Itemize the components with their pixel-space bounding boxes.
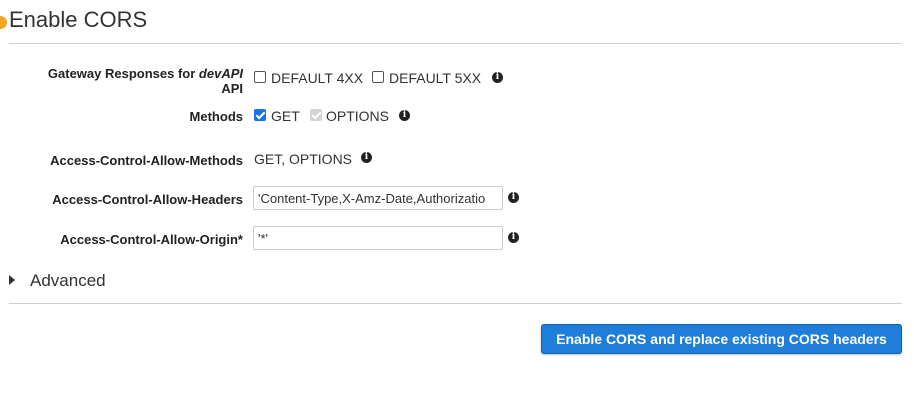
info-icon[interactable]: i [399, 110, 410, 121]
allow-headers-input[interactable] [253, 186, 503, 210]
gateway-responses-label-prefix: Gateway Responses for [47, 66, 196, 81]
advanced-toggle[interactable]: Advanced [30, 271, 106, 291]
default-5xx-label: DEFAULT 5XX [389, 70, 482, 86]
title-divider [9, 43, 902, 44]
options-label: OPTIONS [326, 108, 390, 124]
advanced-expand-caret-icon[interactable] [9, 275, 15, 285]
enable-cors-button[interactable]: Enable CORS and replace existing CORS he… [541, 324, 902, 354]
get-label: GET [271, 108, 300, 124]
methods-label: Methods [189, 109, 243, 124]
status-dot [0, 16, 7, 29]
advanced-divider [9, 303, 902, 304]
default-5xx-checkbox[interactable] [372, 71, 384, 83]
default-4xx-label: DEFAULT 4XX [271, 70, 364, 86]
allow-headers-label: Access-Control-Allow-Headers [52, 192, 243, 207]
info-icon[interactable]: i [508, 192, 519, 203]
allow-origin-input[interactable] [253, 226, 503, 250]
info-icon[interactable]: i [492, 72, 503, 83]
options-checkbox [310, 109, 322, 121]
gateway-responses-label-suffix: API [221, 81, 243, 96]
info-icon[interactable]: i [361, 152, 372, 163]
allow-origin-label: Access-Control-Allow-Origin* [60, 232, 243, 247]
allow-methods-value: GET, OPTIONS [254, 151, 353, 167]
gateway-responses-label: Gateway Responses for devAPI API [48, 66, 243, 96]
get-checkbox[interactable] [254, 109, 266, 121]
allow-methods-label: Access-Control-Allow-Methods [50, 153, 243, 168]
panel-title: Enable CORS [9, 7, 148, 32]
info-icon[interactable]: i [508, 232, 519, 243]
default-4xx-checkbox[interactable] [254, 71, 266, 83]
api-name: devAPI [198, 66, 243, 81]
